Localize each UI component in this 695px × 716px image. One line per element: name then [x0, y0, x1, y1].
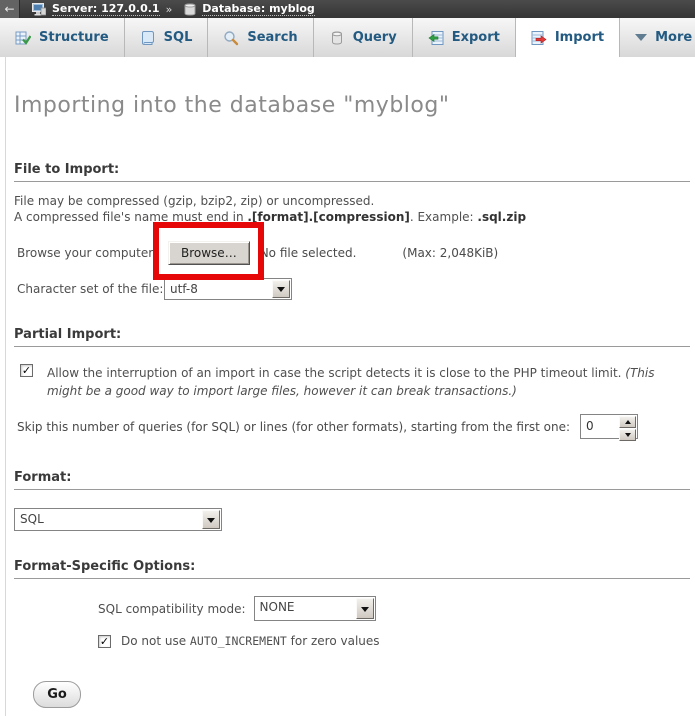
skip-queries-value: 0: [581, 415, 618, 438]
back-arrow-button[interactable]: ←: [0, 0, 20, 18]
tab-search[interactable]: Search: [208, 18, 313, 57]
format-select[interactable]: SQL: [14, 508, 222, 531]
section-heading-format-specific-options: Format-Specific Options:: [14, 559, 690, 579]
max-upload-size: (Max: 2,048KiB): [402, 246, 498, 260]
sql-compatibility-value: NONE: [255, 597, 355, 620]
tab-query[interactable]: Query: [314, 18, 413, 57]
browse-label: Browse your computer:: [14, 246, 164, 260]
breadcrumb-server-link[interactable]: Server: 127.0.0.1: [52, 2, 160, 16]
import-icon: [531, 30, 547, 46]
interrupt-option-label: Allow the interruption of an import in c…: [47, 364, 690, 400]
stepper-down-icon[interactable]: [619, 429, 636, 441]
charset-label: Character set of the file:: [14, 282, 164, 296]
tab-import[interactable]: Import: [516, 18, 620, 57]
charset-row: Character set of the file: utf-8: [14, 278, 690, 300]
tab-export[interactable]: Export: [413, 18, 516, 57]
compression-line2: A compressed file's name must end in .[f…: [14, 209, 690, 225]
compression-line1: File may be compressed (gzip, bzip2, zip…: [14, 193, 690, 209]
tab-label: Export: [452, 30, 500, 45]
breadcrumb: ← Server: 127.0.0.1 » Database: myblog: [0, 0, 695, 18]
skip-queries-stepper[interactable]: 0: [580, 414, 638, 439]
go-button[interactable]: Go: [33, 681, 81, 708]
search-icon: [223, 30, 239, 46]
sql-compatibility-select[interactable]: NONE: [254, 596, 376, 621]
tab-sql[interactable]: SQL: [125, 18, 209, 57]
charset-selected-value: utf-8: [165, 279, 271, 299]
export-icon: [428, 30, 444, 46]
dropdown-arrow-icon[interactable]: [356, 598, 374, 619]
query-icon: [329, 30, 345, 46]
auto-increment-label: Do not use AUTO_INCREMENT for zero value…: [121, 634, 380, 648]
tab-label: Search: [247, 30, 297, 45]
database-icon: [184, 3, 196, 16]
section-heading-file-to-import: File to Import:: [14, 162, 690, 182]
no-file-selected-text: No file selected.: [260, 246, 357, 260]
tab-structure[interactable]: Structure: [0, 18, 125, 57]
tab-bar: Structure SQL Search Query: [0, 18, 695, 57]
tab-label: Import: [555, 30, 604, 45]
stepper-up-icon[interactable]: [619, 416, 636, 428]
dropdown-arrow-icon[interactable]: [272, 280, 290, 298]
section-heading-partial-import: Partial Import:: [14, 327, 690, 347]
browse-button[interactable]: Browse…: [168, 241, 250, 265]
auto-increment-checkbox[interactable]: ✓: [98, 635, 111, 648]
sql-icon: [140, 30, 156, 46]
page-title: Importing into the database "myblog": [14, 57, 690, 118]
skip-queries-label: Skip this number of queries (for SQL) or…: [17, 420, 570, 434]
tab-label: More: [655, 30, 692, 45]
dropdown-arrow-icon[interactable]: [202, 510, 220, 529]
tab-label: Structure: [39, 30, 109, 45]
section-heading-format: Format:: [14, 470, 690, 490]
interrupt-option-row: ✓ Allow the interruption of an import in…: [20, 364, 690, 400]
skip-queries-row: Skip this number of queries (for SQL) or…: [14, 414, 690, 439]
main-content: Importing into the database "myblog" Fil…: [5, 57, 695, 716]
auto-increment-row: ✓ Do not use AUTO_INCREMENT for zero val…: [98, 634, 690, 648]
sql-compatibility-label: SQL compatibility mode:: [98, 602, 246, 616]
charset-select[interactable]: utf-8: [164, 278, 292, 300]
tab-label: Query: [353, 30, 397, 45]
browse-row: Browse your computer: Browse… No file se…: [14, 241, 690, 265]
breadcrumb-separator: »: [166, 3, 173, 16]
format-selected-value: SQL: [15, 509, 201, 530]
tab-label: SQL: [164, 30, 193, 45]
structure-icon: [15, 30, 31, 46]
breadcrumb-database-link[interactable]: Database: myblog: [202, 2, 314, 16]
interrupt-checkbox[interactable]: ✓: [20, 364, 33, 377]
compression-info: File may be compressed (gzip, bzip2, zip…: [14, 193, 690, 225]
tab-more[interactable]: More: [620, 18, 695, 57]
sql-compatibility-row: SQL compatibility mode: NONE: [98, 596, 690, 621]
format-select-row: SQL: [14, 508, 690, 531]
chevron-down-icon: [635, 34, 647, 41]
server-icon: [32, 3, 46, 16]
